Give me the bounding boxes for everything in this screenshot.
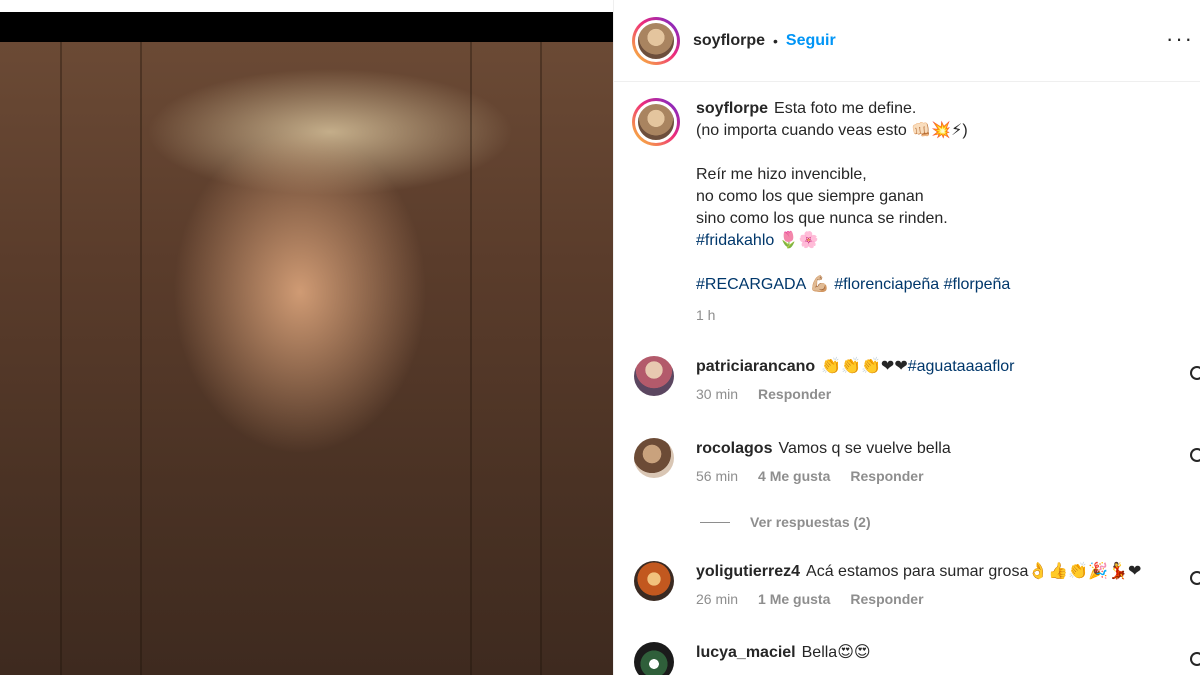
post-photo[interactable] bbox=[0, 42, 613, 675]
commenter-avatar[interactable] bbox=[634, 356, 674, 396]
hashtag-link[interactable]: #florenciapeña bbox=[834, 276, 939, 293]
comment-likes[interactable]: 4 Me gusta bbox=[758, 468, 830, 484]
comment-item: yoligutierrez4 Acá estamos para sumar gro… bbox=[634, 561, 1200, 607]
caption-line: Reír me hizo invencible, bbox=[696, 166, 867, 183]
heart-outline-icon[interactable] bbox=[1190, 448, 1200, 462]
commenter-avatar[interactable] bbox=[634, 561, 674, 601]
view-replies-label: Ver respuestas (2) bbox=[750, 514, 871, 530]
caption-line: Esta foto me define. bbox=[774, 100, 917, 117]
media-letterbox bbox=[0, 12, 613, 42]
view-replies-button[interactable]: Ver respuestas (2) bbox=[700, 514, 871, 530]
comment-text: Bella😍😍 bbox=[801, 644, 871, 661]
comment-timestamp[interactable]: 56 min bbox=[696, 468, 738, 484]
follow-button[interactable]: Seguir bbox=[786, 32, 836, 50]
comment-likes[interactable]: 1 Me gusta bbox=[758, 591, 830, 607]
commenter-username[interactable]: rocolagos bbox=[696, 440, 772, 457]
hashtag-link[interactable]: #aguataaaaflor bbox=[908, 358, 1015, 375]
replies-line bbox=[700, 521, 730, 523]
background-plank bbox=[140, 42, 142, 675]
comment-text: Acá estamos para sumar grosa👌👍👏🎉💃❤ bbox=[806, 563, 1142, 580]
reply-button[interactable]: Responder bbox=[850, 591, 923, 607]
commenter-username[interactable]: yoligutierrez4 bbox=[696, 563, 800, 580]
post-header: soyflorpe • Seguir ··· bbox=[614, 0, 1200, 82]
post-media bbox=[0, 0, 613, 675]
commenter-avatar[interactable] bbox=[634, 438, 674, 478]
background-plank bbox=[60, 42, 62, 675]
author-avatar[interactable] bbox=[632, 16, 680, 65]
post-timestamp[interactable]: 1 h bbox=[696, 304, 1192, 326]
hashtag-emoji: 🌷🌸 bbox=[774, 232, 819, 249]
hashtag-emoji: 💪🏼 bbox=[805, 276, 835, 293]
comment-text: 👏👏👏❤❤ bbox=[821, 358, 908, 375]
background-plank bbox=[540, 42, 542, 675]
hashtag-link[interactable]: #fridakahlo bbox=[696, 232, 774, 249]
caption-line: (no importa cuando veas esto 👊🏻💥⚡) bbox=[696, 122, 968, 139]
post-caption: soyflorpe Esta foto me define. (no import… bbox=[632, 98, 1192, 326]
comment-item: rocolagos Vamos q se vuelve bella 56 min … bbox=[634, 438, 1200, 484]
comment-timestamp[interactable]: 30 min bbox=[696, 386, 738, 402]
reply-button[interactable]: Responder bbox=[758, 386, 831, 402]
heart-outline-icon[interactable] bbox=[1190, 366, 1200, 380]
comment-item: patriciarancano 👏👏👏❤❤#aguataaaaflor 30 mi… bbox=[634, 356, 1200, 402]
header-separator: • bbox=[773, 32, 778, 49]
heart-outline-icon[interactable] bbox=[1190, 652, 1200, 666]
hashtag-link[interactable]: #florpeña bbox=[944, 276, 1011, 293]
hashtag-link[interactable]: #RECARGADA bbox=[696, 276, 805, 293]
more-horizontal-icon[interactable]: ··· bbox=[1166, 28, 1194, 50]
post-side-panel: soyflorpe • Seguir ··· soyflorpe Esta fot… bbox=[613, 0, 1200, 675]
reply-button[interactable]: Responder bbox=[850, 468, 923, 484]
comment-item: lucya_maciel Bella😍😍 bbox=[634, 642, 1200, 675]
comment-text: Vamos q se vuelve bella bbox=[778, 440, 951, 457]
caption-username[interactable]: soyflorpe bbox=[696, 100, 768, 117]
commenter-username[interactable]: patriciarancano bbox=[696, 358, 815, 375]
commenter-username[interactable]: lucya_maciel bbox=[696, 644, 796, 661]
heart-outline-icon[interactable] bbox=[1190, 571, 1200, 585]
caption-line: sino como los que nunca se rinden. bbox=[696, 210, 948, 227]
caption-line: no como los que siempre ganan bbox=[696, 188, 924, 205]
comment-timestamp[interactable]: 26 min bbox=[696, 591, 738, 607]
author-username[interactable]: soyflorpe bbox=[693, 32, 765, 50]
caption-avatar[interactable] bbox=[632, 98, 680, 146]
commenter-avatar[interactable] bbox=[634, 642, 674, 675]
background-plank bbox=[470, 42, 472, 675]
